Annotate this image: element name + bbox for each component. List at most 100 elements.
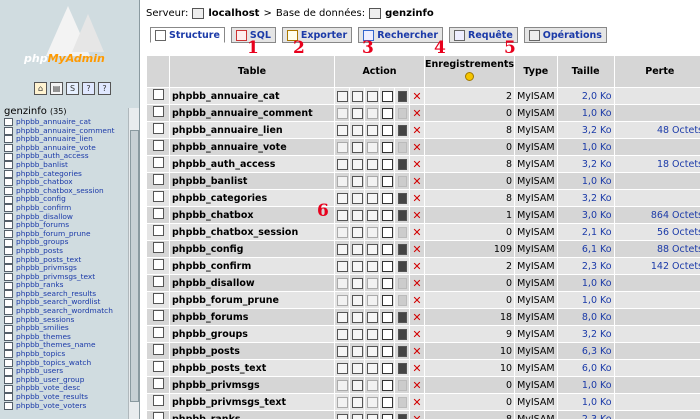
browse-action[interactable]: [335, 207, 349, 223]
empty-table-icon[interactable]: [397, 260, 407, 272]
browse-action[interactable]: [335, 343, 349, 359]
table-icon[interactable]: [4, 212, 13, 221]
search-icon[interactable]: [366, 192, 378, 204]
empty-action[interactable]: [395, 88, 409, 104]
insert-icon[interactable]: [381, 362, 393, 374]
table-icon[interactable]: [4, 247, 13, 256]
table-icon[interactable]: [4, 290, 13, 299]
empty-table-icon[interactable]: [397, 209, 407, 221]
insert-icon[interactable]: [381, 124, 393, 136]
table-size[interactable]: 1,0 Ko: [557, 275, 614, 291]
drop-icon[interactable]: ✕: [412, 176, 421, 187]
browse-action[interactable]: [335, 258, 349, 274]
table-icon[interactable]: [4, 204, 13, 213]
insert-icon[interactable]: [381, 379, 393, 391]
drop-icon[interactable]: ✕: [412, 125, 421, 136]
overhead[interactable]: -: [614, 377, 700, 393]
empty-table-icon[interactable]: [397, 396, 407, 408]
table-size[interactable]: 1,0 Ko: [557, 394, 614, 410]
table-size[interactable]: 2,3 Ko: [557, 411, 614, 419]
insert-icon[interactable]: [381, 226, 393, 238]
overhead[interactable]: -: [614, 360, 700, 376]
structure-action[interactable]: [350, 292, 364, 308]
empty-table-icon[interactable]: [397, 294, 407, 306]
drop-icon[interactable]: ✕: [412, 312, 421, 323]
search-action[interactable]: [365, 326, 379, 342]
search-action[interactable]: [365, 292, 379, 308]
search-icon[interactable]: [366, 311, 378, 323]
empty-action[interactable]: [395, 377, 409, 393]
table-icon[interactable]: [4, 238, 13, 247]
table-name[interactable]: phpbb_posts_text: [170, 360, 334, 376]
browse-icon[interactable]: [336, 328, 348, 340]
browse-action[interactable]: [335, 377, 349, 393]
search-action[interactable]: [365, 224, 379, 240]
table-icon[interactable]: [4, 324, 13, 333]
table-size[interactable]: 6,0 Ko: [557, 360, 614, 376]
overhead[interactable]: -: [614, 411, 700, 419]
table-size[interactable]: 1,0 Ko: [557, 105, 614, 121]
search-action[interactable]: [365, 122, 379, 138]
table-name[interactable]: phpbb_annuaire_lien: [170, 122, 334, 138]
browse-icon[interactable]: [336, 396, 348, 408]
drop-icon[interactable]: ✕: [412, 329, 421, 340]
browse-icon[interactable]: [336, 362, 348, 374]
structure-action[interactable]: [350, 241, 364, 257]
browse-action[interactable]: [335, 139, 349, 155]
table-icon[interactable]: [4, 135, 13, 144]
table-name[interactable]: phpbb_chatbox: [170, 207, 334, 223]
table-icon[interactable]: [4, 221, 13, 230]
overhead[interactable]: 142 Octets: [614, 258, 700, 274]
table-icon[interactable]: [4, 376, 13, 385]
table-icon[interactable]: [4, 126, 13, 135]
insert-action[interactable]: [380, 207, 394, 223]
insert-action[interactable]: [380, 105, 394, 121]
table-name[interactable]: phpbb_forum_prune: [170, 292, 334, 308]
structure-icon[interactable]: [351, 277, 363, 289]
empty-action[interactable]: [395, 122, 409, 138]
table-icon[interactable]: [4, 255, 13, 264]
browse-icon[interactable]: [336, 311, 348, 323]
table-name[interactable]: phpbb_chatbox_session: [170, 224, 334, 240]
drop-icon[interactable]: ✕: [412, 414, 421, 419]
phpmyadmin-logo[interactable]: phpMyAdmin: [14, 6, 124, 70]
insert-action[interactable]: [380, 190, 394, 206]
insert-action[interactable]: [380, 326, 394, 342]
structure-action[interactable]: [350, 156, 364, 172]
drop-action[interactable]: ✕: [410, 360, 424, 376]
empty-table-icon[interactable]: [397, 226, 407, 238]
docs-icon[interactable]: ?: [98, 82, 111, 95]
table-size[interactable]: 1,0 Ko: [557, 292, 614, 308]
row-checkbox[interactable]: [152, 310, 164, 321]
drop-action[interactable]: ✕: [410, 105, 424, 121]
insert-icon[interactable]: [381, 175, 393, 187]
row-checkbox[interactable]: [152, 259, 164, 270]
empty-action[interactable]: [395, 156, 409, 172]
search-icon[interactable]: [366, 345, 378, 357]
row-checkbox[interactable]: [152, 361, 164, 372]
table-icon[interactable]: [4, 161, 13, 170]
insert-icon[interactable]: [381, 141, 393, 153]
empty-table-icon[interactable]: [397, 158, 407, 170]
table-name[interactable]: phpbb_posts: [170, 343, 334, 359]
table-icon[interactable]: [4, 358, 13, 367]
insert-icon[interactable]: [381, 345, 393, 357]
search-icon[interactable]: [366, 107, 378, 119]
table-icon[interactable]: [4, 384, 13, 393]
empty-action[interactable]: [395, 343, 409, 359]
table-icon[interactable]: [4, 264, 13, 273]
table-icon[interactable]: [4, 195, 13, 204]
structure-icon[interactable]: [351, 141, 363, 153]
overhead[interactable]: 864 Octets: [614, 207, 700, 223]
browse-action[interactable]: [335, 122, 349, 138]
structure-action[interactable]: [350, 360, 364, 376]
overhead[interactable]: -: [614, 326, 700, 342]
browse-icon[interactable]: [336, 277, 348, 289]
search-action[interactable]: [365, 173, 379, 189]
row-checkbox[interactable]: [152, 293, 164, 304]
browse-icon[interactable]: [336, 345, 348, 357]
drop-action[interactable]: ✕: [410, 156, 424, 172]
row-checkbox[interactable]: [152, 89, 164, 100]
structure-action[interactable]: [350, 343, 364, 359]
insert-icon[interactable]: [381, 107, 393, 119]
